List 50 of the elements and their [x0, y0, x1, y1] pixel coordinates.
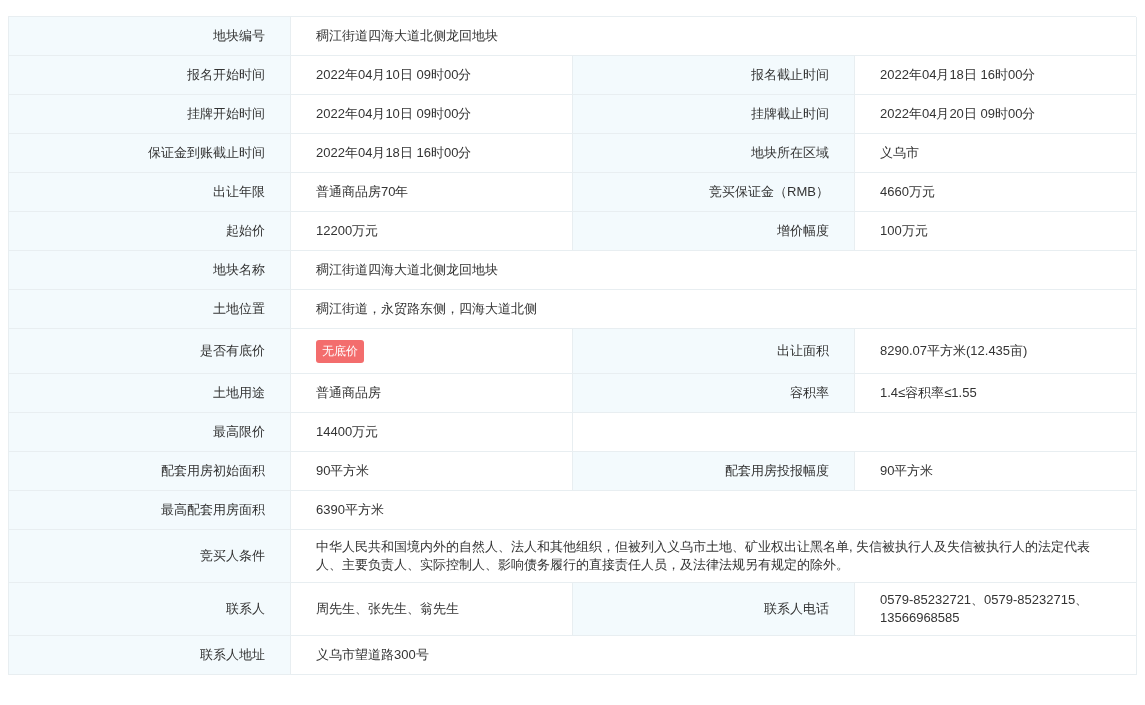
- field-label: 报名开始时间: [187, 66, 265, 84]
- field-label: 容积率: [790, 384, 829, 402]
- field-label: 最高限价: [213, 423, 265, 441]
- field-label: 竞买人条件: [200, 547, 265, 565]
- field-value: 6390平方米: [316, 501, 384, 519]
- field-value: 义乌市望道路300号: [316, 646, 429, 664]
- field-value: 90平方米: [880, 462, 934, 480]
- field-label: 联系人电话: [764, 600, 829, 618]
- field-value: 中华人民共和国境内外的自然人、法人和其他组织，但被列入义乌市土地、矿业权出让黑名单, 失信被执行人及失信被执行人的法定代表人、主要负责人、实际控制人、影响债务履行的直接责任人员，及法律法规另有规定的除外。: [316, 538, 1092, 574]
- field-label: 出让面积: [777, 342, 829, 360]
- field-value: 普通商品房70年: [316, 183, 409, 201]
- field-label: 最高配套用房面积: [161, 501, 265, 519]
- field-value: 1.4≤容积率≤1.55: [880, 384, 977, 402]
- field-value: 4660万元: [880, 183, 935, 201]
- field-label: 保证金到账截止时间: [148, 144, 265, 162]
- field-label: 土地位置: [213, 300, 265, 318]
- field-label: 联系人: [226, 600, 265, 618]
- field-label: 挂牌开始时间: [187, 105, 265, 123]
- field-label: 土地用途: [213, 384, 265, 402]
- field-value: 义乌市: [880, 144, 919, 162]
- field-label: 出让年限: [213, 183, 265, 201]
- status-badge: 无底价: [316, 339, 364, 363]
- field-value: 稠江街道四海大道北侧龙回地块: [316, 261, 498, 279]
- field-value: 稠江街道，永贸路东侧，四海大道北侧: [316, 300, 537, 318]
- field-label: 报名截止时间: [751, 66, 829, 84]
- field-value: 14400万元: [316, 423, 379, 441]
- field-value: 2022年04月18日 16时00分: [880, 66, 1036, 84]
- field-value: 2022年04月20日 09时00分: [880, 105, 1036, 123]
- field-value: 8290.07平方米(12.435亩): [880, 342, 1028, 360]
- field-value: 2022年04月18日 16时00分: [316, 144, 472, 162]
- field-label: 挂牌截止时间: [751, 105, 829, 123]
- field-value: 稠江街道四海大道北侧龙回地块: [316, 27, 498, 45]
- field-value: 周先生、张先生、翁先生: [316, 600, 459, 618]
- field-label: 地块所在区域: [751, 144, 829, 162]
- field-label: 配套用房投报幅度: [725, 462, 829, 480]
- field-value: 12200万元: [316, 222, 379, 240]
- field-label: 竞买保证金（RMB）: [709, 183, 829, 201]
- field-value: 普通商品房: [316, 384, 381, 402]
- field-value: 2022年04月10日 09时00分: [316, 66, 472, 84]
- field-label: 地块名称: [213, 261, 265, 279]
- field-label: 增价幅度: [777, 222, 829, 240]
- field-value: 90平方米: [316, 462, 370, 480]
- field-label: 起始价: [226, 222, 265, 240]
- field-label: 配套用房初始面积: [161, 462, 265, 480]
- field-label: 地块编号: [213, 27, 265, 45]
- field-value: 0579-85232721、0579-85232715、13566968585: [880, 591, 1090, 627]
- field-label: 联系人地址: [200, 646, 265, 664]
- field-label: 是否有底价: [200, 342, 265, 360]
- field-value: 100万元: [880, 222, 928, 240]
- field-value: 2022年04月10日 09时00分: [316, 105, 472, 123]
